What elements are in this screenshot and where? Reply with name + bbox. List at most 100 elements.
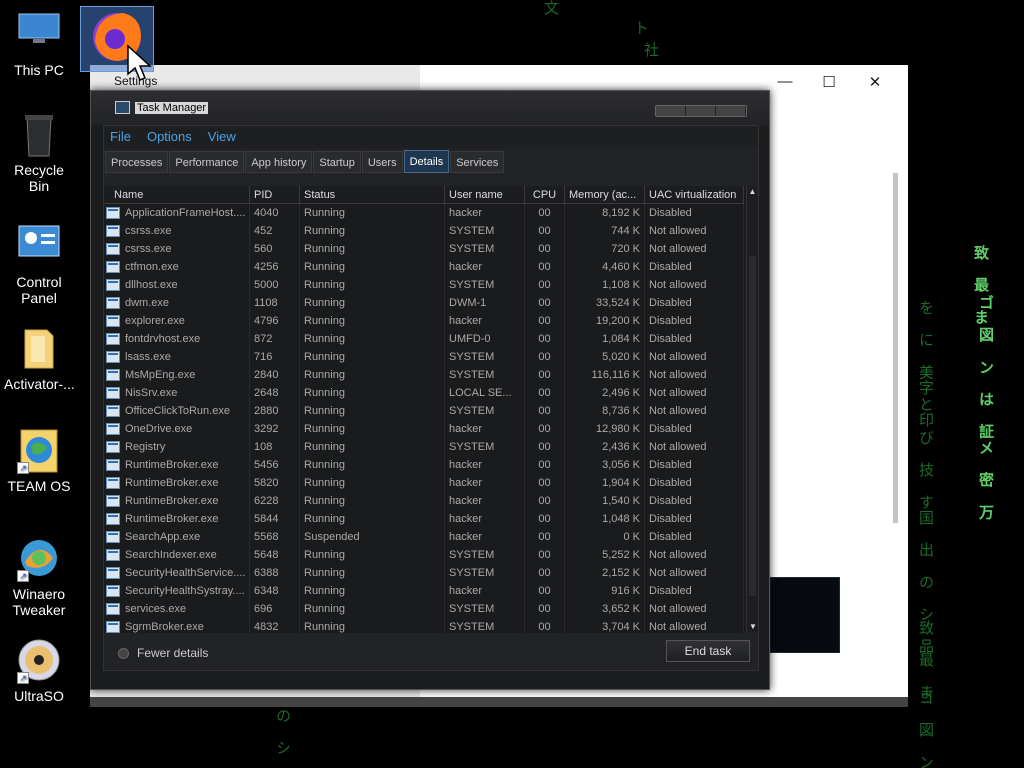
table-row[interactable]: RuntimeBroker.exe 5844 Running hacker 00 1,04… — [104, 510, 744, 528]
table-row[interactable]: OfficeClickToRun.exe 2880 Running SYSTEM 00 8… — [104, 402, 744, 420]
table-row[interactable]: dwm.exe 1108 Running DWM-1 00 33,524 K Disable… — [104, 294, 744, 312]
tab-details[interactable]: Details — [403, 150, 450, 173]
process-memory: 3,056 K — [565, 456, 645, 474]
process-name-text: MsMpEng.exe — [125, 369, 196, 381]
tab-startup[interactable]: Startup — [313, 151, 361, 173]
process-status: Running — [300, 222, 445, 240]
table-row[interactable]: SearchIndexer.exe 5648 Running SYSTEM 00 5,25… — [104, 546, 744, 564]
column-header-user[interactable]: User name — [445, 186, 525, 203]
process-icon — [106, 333, 120, 345]
table-row[interactable]: MsMpEng.exe 2840 Running SYSTEM 00 116,116 KN… — [104, 366, 744, 384]
process-name-text: csrss.exe — [125, 243, 172, 255]
menu-file[interactable]: File — [110, 126, 131, 148]
process-uac: Disabled — [645, 582, 744, 600]
process-pid: 4796 — [250, 312, 300, 330]
table-row[interactable]: fontdrvhost.exe 872 Running UMFD-0 00 1,084 K… — [104, 330, 744, 348]
close-button[interactable] — [716, 106, 746, 116]
maximize-button[interactable] — [686, 106, 716, 116]
table-row[interactable]: explorer.exe 4796 Running hacker 00 19,200 KD… — [104, 312, 744, 330]
minimize-button[interactable] — [656, 106, 686, 116]
process-pid: 5568 — [250, 528, 300, 546]
process-cpu: 00 — [525, 240, 565, 258]
desktop-icon-team-os[interactable]: ↗ TEAM OS — [4, 428, 74, 494]
process-pid: 2840 — [250, 366, 300, 384]
desktop-icon-activator[interactable]: Activator-... — [4, 326, 75, 392]
maximize-button[interactable]: ☐ — [814, 73, 844, 91]
process-memory: 1,540 K — [565, 492, 645, 510]
table-row[interactable]: lsass.exe 716 Running SYSTEM 00 5,020 K Not al… — [104, 348, 744, 366]
column-header-uac[interactable]: UAC virtualization — [645, 186, 744, 203]
process-status: Running — [300, 240, 445, 258]
menu-options[interactable]: Options — [147, 126, 192, 148]
tab-services[interactable]: Services — [450, 151, 505, 173]
process-uac: Disabled — [645, 312, 744, 330]
process-icon — [106, 513, 120, 525]
title-bar[interactable]: Task Manager — [91, 91, 769, 125]
tab-app-history[interactable]: App history — [245, 151, 313, 173]
tab-users[interactable]: Users — [361, 151, 403, 173]
column-header-name[interactable]: Name — [104, 186, 250, 203]
desktop-icon-this-pc[interactable]: This PC — [4, 12, 74, 78]
process-user: hacker — [445, 312, 525, 330]
table-row[interactable]: ctfmon.exe 4256 Running hacker 00 4,460 K Disa… — [104, 258, 744, 276]
process-name: SearchIndexer.exe — [104, 546, 250, 564]
process-user: hacker — [445, 492, 525, 510]
column-header-pid[interactable]: PID — [250, 186, 300, 203]
close-button[interactable]: ✕ — [860, 73, 890, 91]
winaero-icon: ↗ — [17, 536, 61, 582]
scroll-up-icon[interactable]: ▲ — [747, 186, 758, 198]
process-pid: 1108 — [250, 294, 300, 312]
process-icon — [106, 585, 120, 597]
menu-view[interactable]: View — [208, 126, 236, 148]
table-row[interactable]: NisSrv.exe 2648 Running LOCAL SE... 00 2,496 … — [104, 384, 744, 402]
process-user: SYSTEM — [445, 546, 525, 564]
desktop-icon-recycle-bin[interactable]: Recycle Bin — [4, 112, 74, 194]
process-icon — [106, 261, 120, 273]
process-name-text: RuntimeBroker.exe — [125, 459, 219, 471]
process-name-text: Registry — [125, 441, 166, 453]
table-row[interactable]: csrss.exe 452 Running SYSTEM 00 744 K Not allo… — [104, 222, 744, 240]
column-header-cpu[interactable]: CPU — [525, 186, 565, 203]
process-memory: 33,524 K — [565, 294, 645, 312]
tab-performance[interactable]: Performance — [169, 151, 245, 173]
table-row[interactable]: RuntimeBroker.exe 6228 Running hacker 00 1,54… — [104, 492, 744, 510]
chevron-up-icon — [118, 647, 129, 659]
table-row[interactable]: ApplicationFrameHost.... 4040 Running hacke… — [104, 204, 744, 222]
table-row[interactable]: SearchApp.exe 5568 Suspended hacker 00 0 K Dis… — [104, 528, 744, 546]
fewer-details-button[interactable]: Fewer details — [118, 646, 208, 660]
process-status: Running — [300, 564, 445, 582]
process-memory: 8,736 K — [565, 402, 645, 420]
vertical-scrollbar[interactable]: ▲ ▼ — [746, 186, 758, 633]
process-uac: Disabled — [645, 510, 744, 528]
table-row[interactable]: RuntimeBroker.exe 5456 Running hacker 00 3,05… — [104, 456, 744, 474]
process-icon — [106, 369, 120, 381]
column-header-memory[interactable]: Memory (ac... — [565, 186, 645, 203]
process-uac: Disabled — [645, 420, 744, 438]
table-row[interactable]: Registry 108 Running SYSTEM 00 2,436 K Not all… — [104, 438, 744, 456]
tab-processes[interactable]: Processes — [105, 151, 169, 173]
minimize-button[interactable]: — — [770, 73, 800, 90]
desktop-icon-ultraso[interactable]: ↗ UltraSO — [4, 638, 74, 704]
table-row[interactable]: RuntimeBroker.exe 5820 Running hacker 00 1,90… — [104, 474, 744, 492]
process-memory: 0 K — [565, 528, 645, 546]
table-row[interactable]: csrss.exe 560 Running SYSTEM 00 720 K Not allo… — [104, 240, 744, 258]
process-cpu: 00 — [525, 348, 565, 366]
table-row[interactable]: SecurityHealthService.... 6388 Running SYST… — [104, 564, 744, 582]
end-task-button[interactable]: End task — [666, 640, 750, 662]
process-name: SgrmBroker.exe — [104, 618, 250, 633]
settings-scrollbar[interactable] — [893, 173, 898, 523]
process-icon — [106, 459, 120, 471]
table-row[interactable]: dllhost.exe 5000 Running SYSTEM 00 1,108 K Not… — [104, 276, 744, 294]
table-row[interactable]: services.exe 696 Running SYSTEM 00 3,652 K Not… — [104, 600, 744, 618]
table-row[interactable]: OneDrive.exe 3292 Running hacker 00 12,980 KD… — [104, 420, 744, 438]
matrix-text: ト — [632, 20, 650, 39]
scroll-down-icon[interactable]: ▼ — [747, 621, 758, 633]
desktop-icon-control-panel[interactable]: Control Panel — [4, 224, 74, 306]
process-name-text: ApplicationFrameHost.... — [125, 207, 246, 219]
column-header-status[interactable]: Status — [300, 186, 445, 203]
table-row[interactable]: SecurityHealthSystray.... 6348 Running hack… — [104, 582, 744, 600]
table-row[interactable]: SgrmBroker.exe 4832 Running SYSTEM 00 3,704 K… — [104, 618, 744, 633]
desktop-icon-label: Activator-... — [4, 376, 75, 392]
desktop-icon-winaero-tweaker[interactable]: ↗ Winaero Tweaker — [4, 536, 74, 618]
scrollbar-thumb[interactable] — [749, 256, 756, 596]
